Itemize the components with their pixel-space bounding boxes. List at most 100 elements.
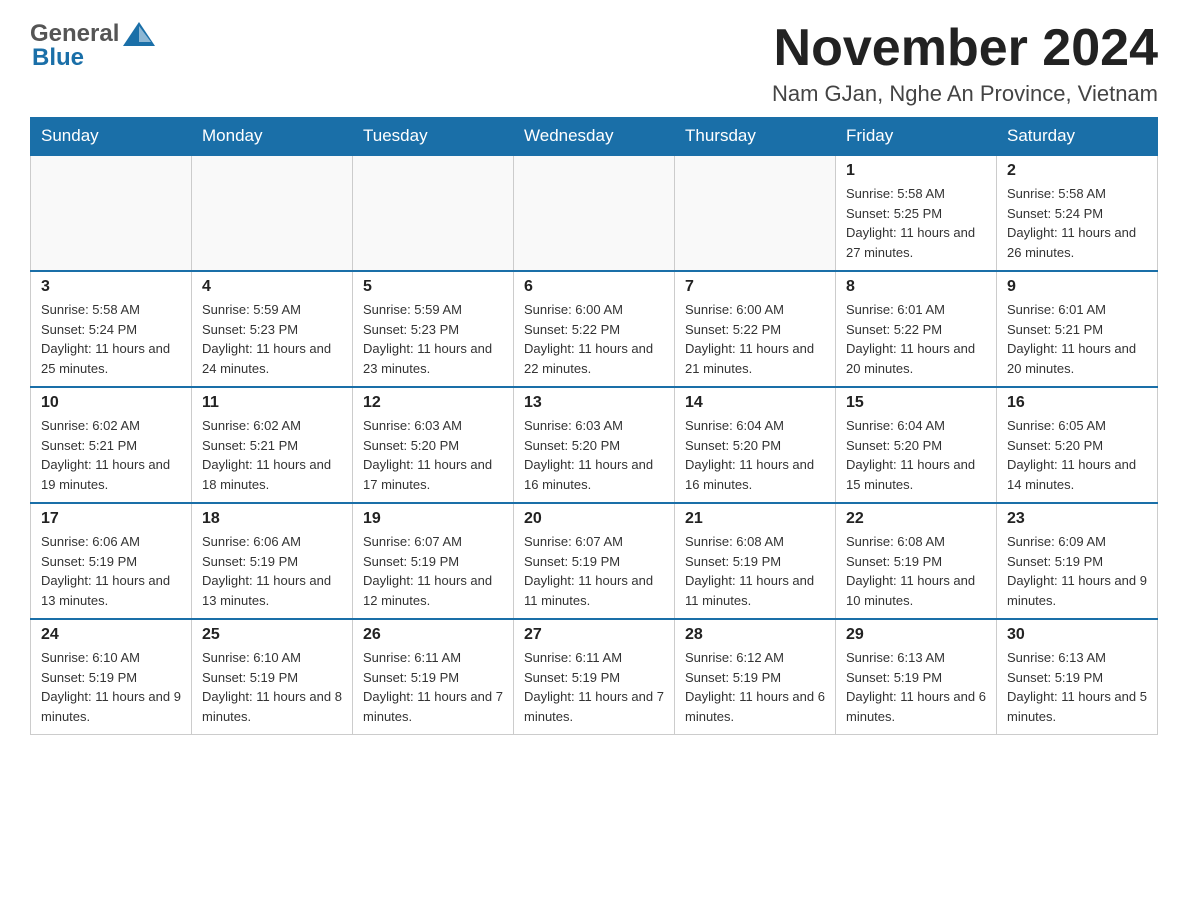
weekday-header-sunday: Sunday [31, 118, 192, 156]
day-number: 1 [846, 162, 986, 180]
calendar-cell: 27Sunrise: 6:11 AMSunset: 5:19 PMDayligh… [514, 619, 675, 735]
calendar-cell [675, 155, 836, 271]
day-number: 16 [1007, 394, 1147, 412]
day-info: Sunrise: 6:08 AMSunset: 5:19 PMDaylight:… [685, 532, 825, 610]
day-number: 28 [685, 626, 825, 644]
calendar-cell: 7 Sunrise: 6:00 AMSunset: 5:22 PMDaylight… [675, 271, 836, 387]
location: Nam GJan, Nghe An Province, Vietnam [772, 81, 1158, 107]
day-number: 26 [363, 626, 503, 644]
day-info: Sunrise: 6:10 AMSunset: 5:19 PMDaylight:… [41, 648, 181, 726]
calendar-cell: 18 Sunrise: 6:06 AMSunset: 5:19 PMDayligh… [192, 503, 353, 619]
calendar-cell: 15 Sunrise: 6:04 AMSunset: 5:20 PMDayligh… [836, 387, 997, 503]
day-info: Sunrise: 6:01 AMSunset: 5:22 PMDaylight:… [846, 300, 986, 378]
calendar-cell: 28Sunrise: 6:12 AMSunset: 5:19 PMDayligh… [675, 619, 836, 735]
day-info: Sunrise: 5:58 AMSunset: 5:24 PMDaylight:… [41, 300, 181, 378]
calendar-cell [31, 155, 192, 271]
weekday-header-tuesday: Tuesday [353, 118, 514, 156]
calendar-cell: 12 Sunrise: 6:03 AMSunset: 5:20 PMDayligh… [353, 387, 514, 503]
calendar-cell: 13Sunrise: 6:03 AMSunset: 5:20 PMDayligh… [514, 387, 675, 503]
day-number: 14 [685, 394, 825, 412]
calendar-cell: 4 Sunrise: 5:59 AMSunset: 5:23 PMDaylight… [192, 271, 353, 387]
day-info: Sunrise: 6:01 AMSunset: 5:21 PMDaylight:… [1007, 300, 1147, 378]
month-title: November 2024 [772, 20, 1158, 77]
calendar-cell: 11 Sunrise: 6:02 AMSunset: 5:21 PMDayligh… [192, 387, 353, 503]
weekday-header-monday: Monday [192, 118, 353, 156]
day-number: 10 [41, 394, 181, 412]
weekday-header-saturday: Saturday [997, 118, 1158, 156]
calendar-week-row: 24Sunrise: 6:10 AMSunset: 5:19 PMDayligh… [31, 619, 1158, 735]
weekday-header-friday: Friday [836, 118, 997, 156]
day-number: 13 [524, 394, 664, 412]
logo: General Blue [30, 20, 159, 72]
day-number: 15 [846, 394, 986, 412]
day-number: 6 [524, 278, 664, 296]
calendar-week-row: 1 Sunrise: 5:58 AMSunset: 5:25 PMDaylight… [31, 155, 1158, 271]
calendar-cell: 22Sunrise: 6:08 AMSunset: 5:19 PMDayligh… [836, 503, 997, 619]
day-number: 3 [41, 278, 181, 296]
day-info: Sunrise: 5:58 AMSunset: 5:24 PMDaylight:… [1007, 184, 1147, 262]
day-number: 29 [846, 626, 986, 644]
day-number: 30 [1007, 626, 1147, 644]
logo-blue: Blue [32, 44, 84, 72]
page-header: General Blue November 2024 Nam GJan, Ngh… [30, 20, 1158, 107]
calendar-cell: 25 Sunrise: 6:10 AMSunset: 5:19 PMDayligh… [192, 619, 353, 735]
day-number: 11 [202, 394, 342, 412]
day-info: Sunrise: 6:11 AMSunset: 5:19 PMDaylight:… [363, 648, 503, 726]
calendar-cell: 9Sunrise: 6:01 AMSunset: 5:21 PMDaylight… [997, 271, 1158, 387]
day-info: Sunrise: 5:59 AMSunset: 5:23 PMDaylight:… [202, 300, 342, 378]
day-number: 20 [524, 510, 664, 528]
calendar-week-row: 10 Sunrise: 6:02 AMSunset: 5:21 PMDayligh… [31, 387, 1158, 503]
calendar-cell: 29 Sunrise: 6:13 AMSunset: 5:19 PMDayligh… [836, 619, 997, 735]
calendar-cell [192, 155, 353, 271]
calendar-cell: 2Sunrise: 5:58 AMSunset: 5:24 PMDaylight… [997, 155, 1158, 271]
day-info: Sunrise: 6:00 AMSunset: 5:22 PMDaylight:… [685, 300, 825, 378]
calendar-cell: 30 Sunrise: 6:13 AMSunset: 5:19 PMDayligh… [997, 619, 1158, 735]
calendar-cell: 16 Sunrise: 6:05 AMSunset: 5:20 PMDayligh… [997, 387, 1158, 503]
title-block: November 2024 Nam GJan, Nghe An Province… [772, 20, 1158, 107]
calendar-cell: 1 Sunrise: 5:58 AMSunset: 5:25 PMDaylight… [836, 155, 997, 271]
calendar-cell: 14Sunrise: 6:04 AMSunset: 5:20 PMDayligh… [675, 387, 836, 503]
day-number: 4 [202, 278, 342, 296]
day-info: Sunrise: 6:07 AMSunset: 5:19 PMDaylight:… [363, 532, 503, 610]
day-info: Sunrise: 6:13 AMSunset: 5:19 PMDaylight:… [1007, 648, 1147, 726]
day-info: Sunrise: 6:02 AMSunset: 5:21 PMDaylight:… [41, 416, 181, 494]
calendar-cell: 26 Sunrise: 6:11 AMSunset: 5:19 PMDayligh… [353, 619, 514, 735]
day-number: 23 [1007, 510, 1147, 528]
day-number: 17 [41, 510, 181, 528]
day-info: Sunrise: 6:05 AMSunset: 5:20 PMDaylight:… [1007, 416, 1147, 494]
calendar-cell: 20Sunrise: 6:07 AMSunset: 5:19 PMDayligh… [514, 503, 675, 619]
calendar-cell: 5Sunrise: 5:59 AMSunset: 5:23 PMDaylight… [353, 271, 514, 387]
calendar-header-row: SundayMondayTuesdayWednesdayThursdayFrid… [31, 118, 1158, 156]
calendar-cell: 6 Sunrise: 6:00 AMSunset: 5:22 PMDaylight… [514, 271, 675, 387]
weekday-header-thursday: Thursday [675, 118, 836, 156]
day-number: 27 [524, 626, 664, 644]
day-number: 22 [846, 510, 986, 528]
calendar-week-row: 17 Sunrise: 6:06 AMSunset: 5:19 PMDayligh… [31, 503, 1158, 619]
calendar-cell [514, 155, 675, 271]
calendar-cell: 17 Sunrise: 6:06 AMSunset: 5:19 PMDayligh… [31, 503, 192, 619]
day-number: 21 [685, 510, 825, 528]
calendar-cell: 10 Sunrise: 6:02 AMSunset: 5:21 PMDayligh… [31, 387, 192, 503]
logo-triangle-icon [121, 20, 157, 48]
day-info: Sunrise: 5:58 AMSunset: 5:25 PMDaylight:… [846, 184, 986, 262]
day-info: Sunrise: 6:03 AMSunset: 5:20 PMDaylight:… [363, 416, 503, 494]
day-number: 25 [202, 626, 342, 644]
calendar-cell: 21 Sunrise: 6:08 AMSunset: 5:19 PMDayligh… [675, 503, 836, 619]
day-info: Sunrise: 6:10 AMSunset: 5:19 PMDaylight:… [202, 648, 342, 726]
day-info: Sunrise: 6:00 AMSunset: 5:22 PMDaylight:… [524, 300, 664, 378]
calendar-table: SundayMondayTuesdayWednesdayThursdayFrid… [30, 117, 1158, 735]
day-number: 8 [846, 278, 986, 296]
calendar-week-row: 3 Sunrise: 5:58 AMSunset: 5:24 PMDaylight… [31, 271, 1158, 387]
day-info: Sunrise: 6:06 AMSunset: 5:19 PMDaylight:… [202, 532, 342, 610]
day-info: Sunrise: 5:59 AMSunset: 5:23 PMDaylight:… [363, 300, 503, 378]
calendar-cell: 8 Sunrise: 6:01 AMSunset: 5:22 PMDaylight… [836, 271, 997, 387]
day-info: Sunrise: 6:06 AMSunset: 5:19 PMDaylight:… [41, 532, 181, 610]
weekday-header-wednesday: Wednesday [514, 118, 675, 156]
calendar-cell: 23Sunrise: 6:09 AMSunset: 5:19 PMDayligh… [997, 503, 1158, 619]
day-info: Sunrise: 6:02 AMSunset: 5:21 PMDaylight:… [202, 416, 342, 494]
day-number: 12 [363, 394, 503, 412]
day-info: Sunrise: 6:13 AMSunset: 5:19 PMDaylight:… [846, 648, 986, 726]
day-number: 18 [202, 510, 342, 528]
day-info: Sunrise: 6:04 AMSunset: 5:20 PMDaylight:… [846, 416, 986, 494]
day-number: 7 [685, 278, 825, 296]
